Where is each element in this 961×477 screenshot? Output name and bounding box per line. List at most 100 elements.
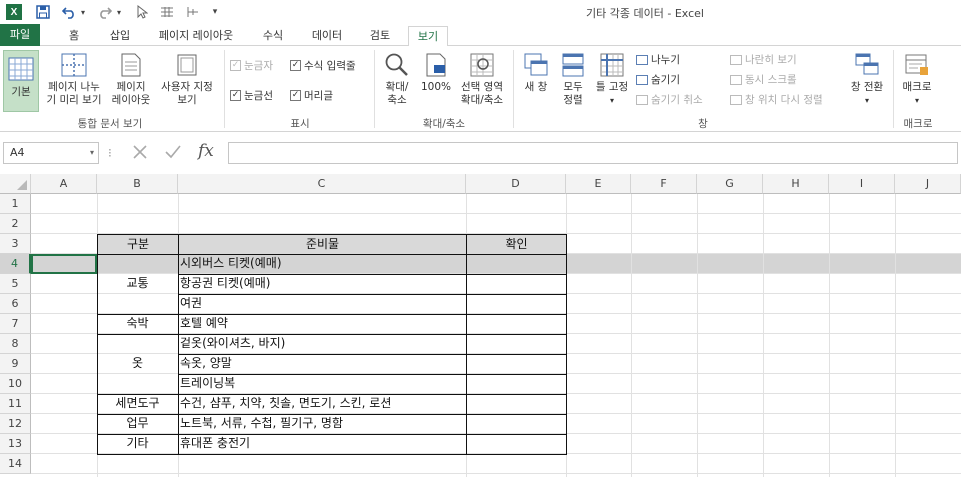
sync-scroll-label: 동시 스크롤 xyxy=(745,74,797,86)
row-header-6[interactable]: 6 xyxy=(0,294,31,314)
item-cell[interactable]: 노트북, 서류, 수첩, 필기구, 명함 xyxy=(178,414,466,434)
view-side-by-side-button[interactable]: 나란히 보기 xyxy=(730,52,797,67)
split-button[interactable]: 나누기 xyxy=(636,52,680,67)
normal-view-button[interactable]: 기본 xyxy=(3,50,39,112)
category-transport[interactable]: 교통 xyxy=(97,274,178,294)
insert-function-button[interactable]: fx xyxy=(198,141,214,161)
cancel-icon[interactable] xyxy=(132,144,148,164)
ruler-checkbox[interactable]: ✓ 눈금자 xyxy=(230,58,273,73)
pointer-icon[interactable] xyxy=(134,3,150,21)
item-cell[interactable]: 속옷, 양말 xyxy=(178,354,466,374)
custom-views-button[interactable]: 사용자 지정 보기 xyxy=(156,52,218,107)
tab-data[interactable]: 데이터 xyxy=(304,26,350,46)
page-layout-button[interactable]: 페이지 레이아웃 xyxy=(108,52,154,107)
tab-file[interactable]: 파일 xyxy=(0,24,40,46)
check-cell-border xyxy=(466,354,567,375)
tab-page-layout[interactable]: 페이지 레이아웃 xyxy=(150,26,242,46)
row-header-10[interactable]: 10 xyxy=(0,374,31,394)
category-toiletries[interactable]: 세면도구 xyxy=(97,394,178,414)
row-header-12[interactable]: 12 xyxy=(0,414,31,434)
name-box-dropdown-icon[interactable]: ▾ xyxy=(90,143,94,163)
row-header-8[interactable]: 8 xyxy=(0,334,31,354)
name-box-value: A4 xyxy=(10,146,25,159)
sync-scroll-button[interactable]: 동시 스크롤 xyxy=(730,72,797,87)
undo-icon[interactable] xyxy=(60,3,78,21)
active-cell-a4[interactable] xyxy=(31,254,97,274)
gridlines-label: 눈금선 xyxy=(244,90,273,102)
formula-bar-checkbox[interactable]: ✓ 수식 입력줄 xyxy=(290,58,356,73)
column-header-b[interactable]: B xyxy=(97,174,178,194)
item-cell[interactable]: 호텔 예약 xyxy=(178,314,466,334)
page-break-preview-button[interactable]: 페이지 나누 기 미리 보기 xyxy=(42,52,106,107)
save-icon[interactable] xyxy=(34,3,52,21)
item-cell[interactable]: 휴대폰 충전기 xyxy=(178,434,466,454)
tab-insert[interactable]: 삽입 xyxy=(102,26,138,46)
freeze-panes-button[interactable]: 틀 고정 ▾ xyxy=(592,52,632,107)
worksheet-grid[interactable]: A B C D E F G H I J 1 2 3 4 5 6 7 8 9 10… xyxy=(0,174,961,477)
tab-review[interactable]: 검토 xyxy=(362,26,398,46)
row-header-9[interactable]: 9 xyxy=(0,354,31,374)
more-options-icon: ⁝ xyxy=(108,146,112,160)
headings-checkbox[interactable]: ✓ 머리글 xyxy=(290,88,333,103)
undo-dropdown-icon[interactable]: ▾ xyxy=(78,3,88,21)
item-cell[interactable]: 여권 xyxy=(178,294,466,314)
arrange-all-button[interactable]: 모두 정렬 xyxy=(556,52,590,107)
redo-dropdown-icon[interactable]: ▾ xyxy=(114,3,124,21)
row-header-11[interactable]: 11 xyxy=(0,394,31,414)
row-header-5[interactable]: 5 xyxy=(0,274,31,294)
table-header-item[interactable]: 준비물 xyxy=(178,234,467,255)
table-header-check[interactable]: 확인 xyxy=(466,234,567,255)
item-cell[interactable]: 시외버스 티켓(예매) xyxy=(178,254,466,274)
switch-windows-button[interactable]: 창 전환 ▾ xyxy=(846,52,888,107)
formula-input[interactable] xyxy=(228,142,958,164)
enter-icon[interactable] xyxy=(164,144,182,164)
zoom-100-button[interactable]: 100% xyxy=(418,52,454,94)
new-window-button[interactable]: 새 창 xyxy=(518,52,554,94)
row-header-1[interactable]: 1 xyxy=(0,194,31,214)
item-cell[interactable]: 트레이닝복 xyxy=(178,374,466,394)
item-cell[interactable]: 수건, 샴푸, 치약, 칫솔, 면도기, 스킨, 로션 xyxy=(178,394,466,414)
gridline xyxy=(763,194,764,477)
row-header-3[interactable]: 3 xyxy=(0,234,31,254)
row-header-13[interactable]: 13 xyxy=(0,434,31,454)
name-box[interactable]: A4 ▾ xyxy=(3,142,99,164)
item-cell[interactable]: 항공권 티켓(예매) xyxy=(178,274,466,294)
hide-label: 숨기기 xyxy=(651,74,680,86)
tab-formulas[interactable]: 수식 xyxy=(254,26,292,46)
customize-toolbar-icon[interactable]: ▾ xyxy=(210,3,220,21)
macros-button[interactable]: 매크로 ▾ xyxy=(896,52,938,107)
hide-button[interactable]: 숨기기 xyxy=(636,72,680,87)
column-header-i[interactable]: I xyxy=(829,174,895,194)
freeze-panes-icon xyxy=(600,53,624,77)
item-cell[interactable]: 겉옷(와이셔츠, 바지) xyxy=(178,334,466,354)
column-header-c[interactable]: C xyxy=(178,174,466,194)
column-header-h[interactable]: H xyxy=(763,174,829,194)
redo-icon[interactable] xyxy=(96,3,114,21)
category-misc[interactable]: 기타 xyxy=(97,434,178,454)
unhide-button[interactable]: 숨기기 취소 xyxy=(636,92,703,107)
switch-dropdown-icon: ▾ xyxy=(864,96,869,105)
row-header-2[interactable]: 2 xyxy=(0,214,31,234)
column-header-a[interactable]: A xyxy=(31,174,97,194)
category-work[interactable]: 업무 xyxy=(97,414,178,434)
category-lodging[interactable]: 숙박 xyxy=(97,314,178,334)
tab-view[interactable]: 보기 xyxy=(408,26,448,47)
column-header-d[interactable]: D xyxy=(466,174,566,194)
column-header-j[interactable]: J xyxy=(895,174,961,194)
category-clothes[interactable]: 옷 xyxy=(97,354,178,374)
row-header-4[interactable]: 4 xyxy=(0,254,31,274)
page-setup-icon[interactable] xyxy=(184,3,202,21)
column-header-e[interactable]: E xyxy=(566,174,631,194)
column-header-f[interactable]: F xyxy=(631,174,697,194)
select-all-corner[interactable] xyxy=(0,174,31,194)
row-header-7[interactable]: 7 xyxy=(0,314,31,334)
column-header-g[interactable]: G xyxy=(697,174,763,194)
tab-home[interactable]: 홈 xyxy=(60,26,88,46)
zoom-button[interactable]: 확대/ 축소 xyxy=(378,52,416,107)
row-header-14[interactable]: 14 xyxy=(0,454,31,474)
gridlines-checkbox[interactable]: ✓ 눈금선 xyxy=(230,88,273,103)
reset-window-position-button[interactable]: 창 위치 다시 정렬 xyxy=(730,92,823,107)
zoom-to-selection-button[interactable]: 선택 영역 확대/축소 xyxy=(455,52,509,107)
form-icon[interactable] xyxy=(158,3,176,21)
table-header-category[interactable]: 구분 xyxy=(97,234,179,255)
